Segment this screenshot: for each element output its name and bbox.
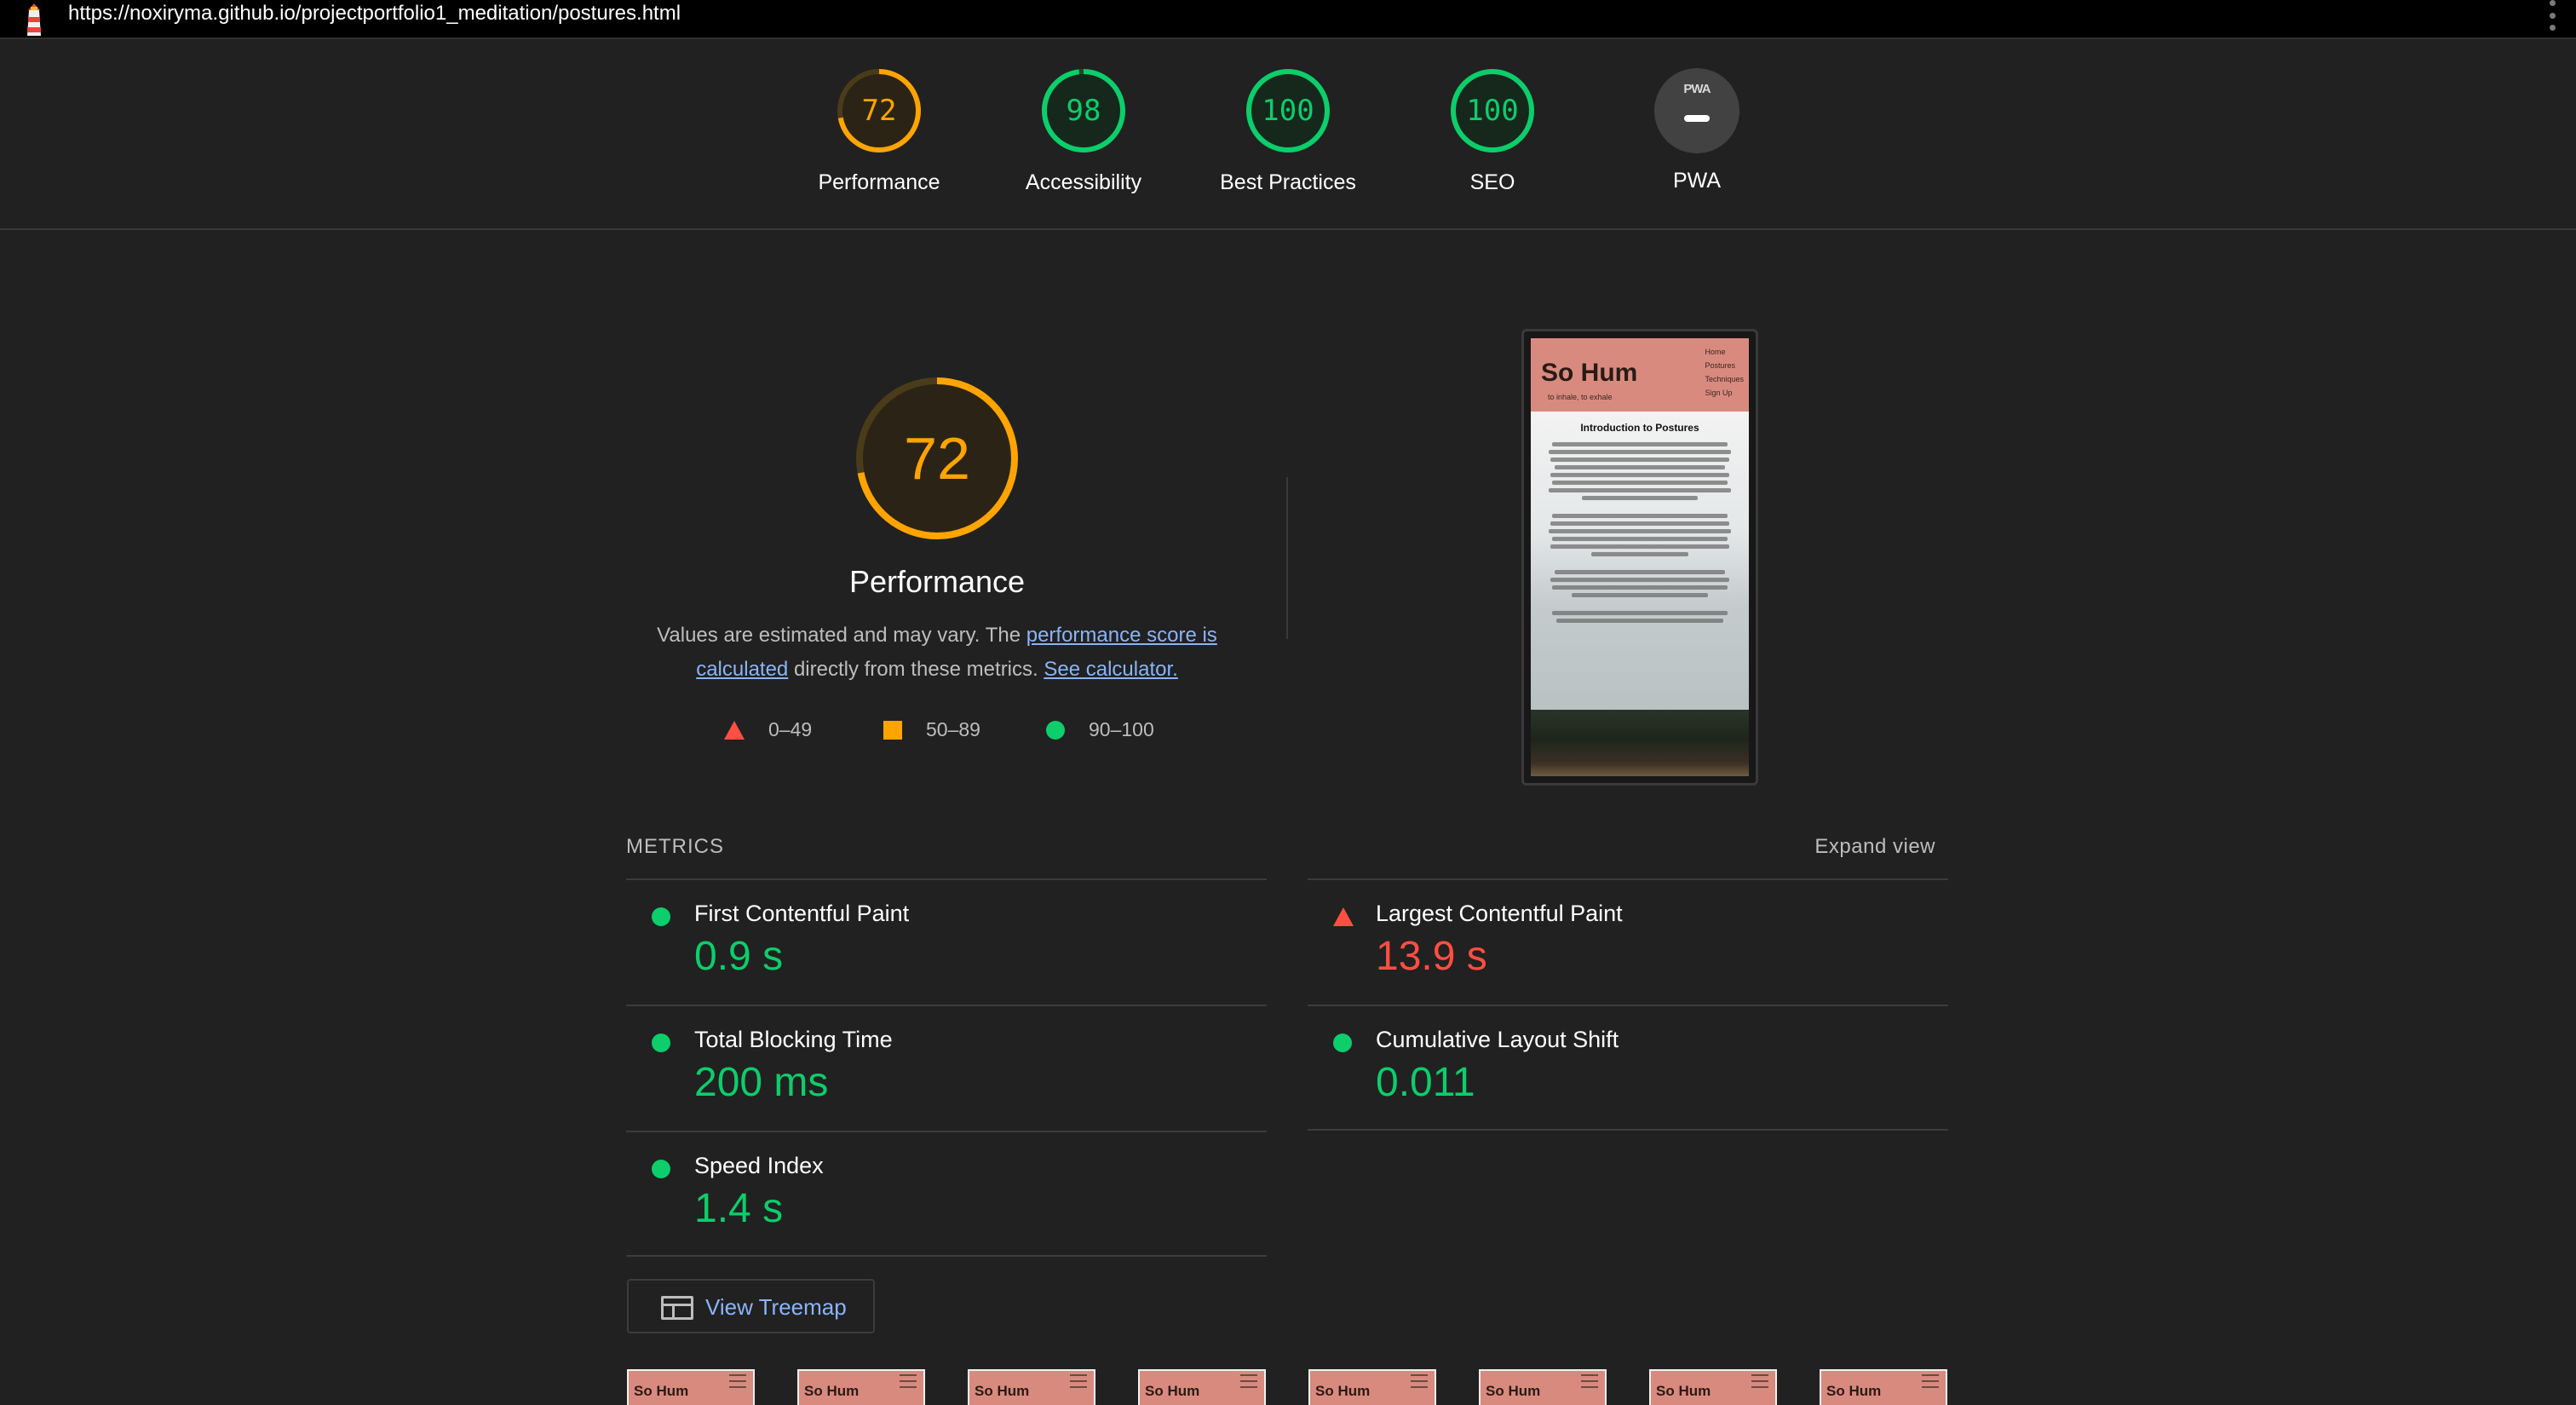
metric-cumulative-layout-shift: Cumulative Layout Shift 0.011 bbox=[1308, 1005, 1948, 1131]
gauge-performance[interactable]: 72 Performance bbox=[794, 66, 964, 195]
metrics-title: METRICS bbox=[626, 835, 724, 858]
more-menu-icon[interactable] bbox=[2547, 0, 2557, 31]
metric-first-contentful-paint: First Contentful Paint 0.9 s bbox=[626, 878, 1267, 1005]
pass-circle-icon bbox=[652, 907, 670, 926]
pwa-badge-icon: PWA bbox=[1654, 68, 1739, 153]
divider bbox=[1286, 477, 1288, 639]
square-icon bbox=[883, 720, 902, 740]
filmstrip-frame: So Hum bbox=[1479, 1369, 1607, 1405]
final-screenshot[interactable]: So Hum to inhale, to exhale Home Postures… bbox=[1521, 329, 1758, 786]
divider bbox=[626, 1255, 1267, 1257]
see-calculator-link[interactable]: See calculator. bbox=[1044, 658, 1177, 681]
metric-largest-contentful-paint: Largest Contentful Paint 13.9 s bbox=[1308, 878, 1948, 1005]
filmstrip-frame: So Hum bbox=[1649, 1369, 1777, 1405]
gauge-label: Accessibility bbox=[1025, 170, 1142, 194]
performance-gauge: 72 bbox=[852, 373, 1022, 544]
metrics-header: METRICS Expand view bbox=[626, 833, 1948, 867]
gauge-label: Best Practices bbox=[1220, 170, 1356, 194]
pass-circle-icon bbox=[652, 1034, 670, 1052]
gauge-accessibility[interactable]: 98 Accessibility bbox=[998, 66, 1169, 195]
filmstrip-frame: So Hum bbox=[1820, 1369, 1947, 1405]
pass-circle-icon bbox=[652, 1160, 670, 1178]
legend-pass: 90–100 bbox=[1046, 718, 1154, 741]
preview-background-image bbox=[1531, 710, 1749, 776]
performance-score: 72 bbox=[904, 425, 970, 492]
gauge-ring: 100 bbox=[1448, 66, 1537, 155]
gauge-label: SEO bbox=[1469, 170, 1515, 194]
fail-triangle-icon bbox=[1333, 907, 1354, 926]
gauge-score: 98 bbox=[1066, 94, 1101, 128]
divider bbox=[1308, 1129, 1948, 1131]
filmstrip-frame: So Hum bbox=[797, 1369, 925, 1405]
preview-tagline: to inhale, to exhale bbox=[1548, 393, 1613, 401]
gauge-ring: 98 bbox=[1039, 66, 1128, 155]
performance-description: Values are estimated and may vary. The p… bbox=[657, 624, 1217, 681]
pass-circle-icon bbox=[1333, 1034, 1352, 1052]
view-treemap-button[interactable]: View Treemap bbox=[627, 1279, 875, 1333]
metric-total-blocking-time: Total Blocking Time 200 ms bbox=[626, 1005, 1267, 1131]
gauge-seo[interactable]: 100 SEO bbox=[1407, 66, 1578, 195]
filmstrip-frame: So Hum bbox=[968, 1369, 1095, 1405]
category-gauges: 72 Performance 98 Accessibility 100 Best… bbox=[0, 41, 2576, 230]
gauge-label: Performance bbox=[818, 170, 940, 194]
gauge-pwa[interactable]: PWA PWA bbox=[1612, 66, 1782, 193]
preview-brand: So Hum bbox=[1541, 359, 1638, 387]
triangle-icon bbox=[724, 720, 745, 740]
expand-view-toggle[interactable]: Expand view bbox=[1814, 835, 1935, 859]
browser-bar: https://noxiryma.github.io/projectportfo… bbox=[0, 0, 2576, 39]
gauge-best-practices[interactable]: 100 Best Practices bbox=[1203, 66, 1373, 195]
filmstrip-frame: So Hum bbox=[627, 1369, 755, 1405]
preview-nav: Home Postures Techniques Sign Up bbox=[1705, 348, 1744, 397]
metric-speed-index: Speed Index 1.4 s bbox=[626, 1131, 1267, 1257]
legend-fail: 0–49 bbox=[724, 718, 812, 741]
lighthouse-icon bbox=[17, 2, 51, 36]
gauge-ring: 72 bbox=[835, 66, 923, 155]
filmstrip: So Hum So Hum So Hum So Hum So Hum So Hu… bbox=[627, 1369, 1949, 1405]
url-text: https://noxiryma.github.io/projectportfo… bbox=[68, 2, 681, 25]
filmstrip-frame: So Hum bbox=[1308, 1369, 1436, 1405]
gauge-score: 72 bbox=[861, 94, 897, 128]
gauge-score: 100 bbox=[1262, 94, 1314, 128]
gauge-ring: 100 bbox=[1244, 66, 1332, 155]
performance-title: Performance bbox=[848, 564, 1026, 599]
preview-paragraphs bbox=[1543, 442, 1737, 623]
preview-heading: Introduction to Postures bbox=[1580, 422, 1699, 434]
gauge-label: PWA bbox=[1672, 169, 1722, 193]
circle-icon bbox=[1046, 720, 1065, 740]
treemap-icon bbox=[661, 1296, 693, 1320]
score-legend: 0–49 50–89 90–100 bbox=[724, 718, 1184, 749]
gauge-score: 100 bbox=[1466, 94, 1519, 128]
filmstrip-frame: So Hum bbox=[1138, 1369, 1266, 1405]
legend-average: 50–89 bbox=[883, 718, 980, 741]
